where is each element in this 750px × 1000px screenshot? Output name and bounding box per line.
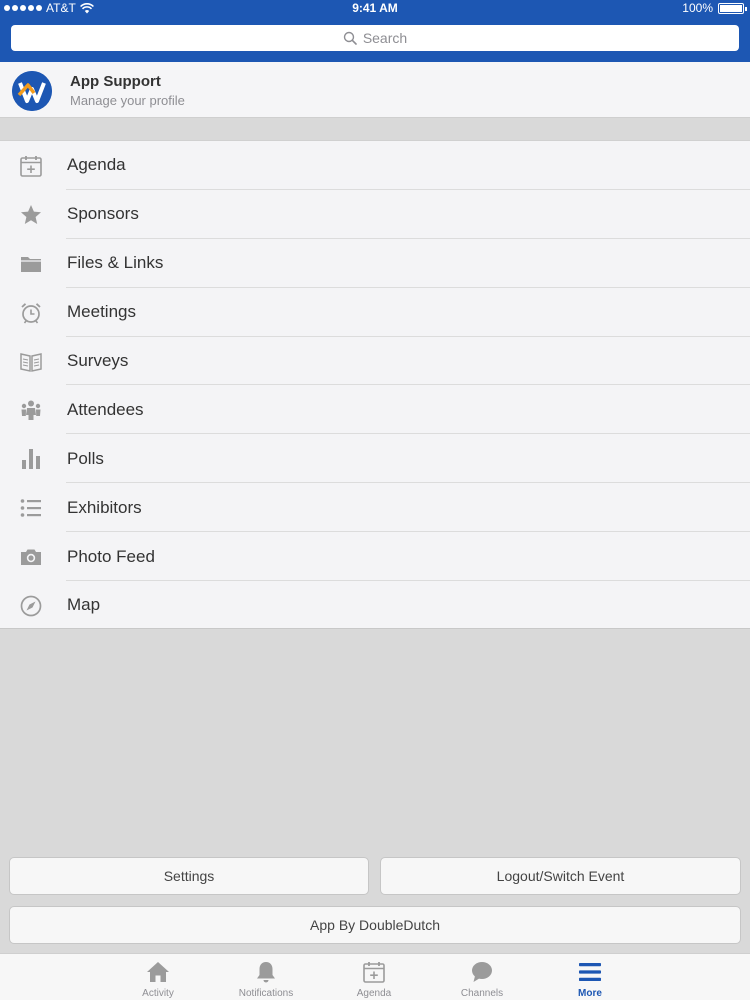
menu-item-label: Attendees [67, 399, 144, 419]
status-time: 9:41 AM [352, 1, 398, 15]
camera-icon [21, 549, 41, 566]
menu-item-attendees[interactable]: Attendees [0, 385, 750, 435]
menu-item-polls[interactable]: Polls [0, 434, 750, 484]
menu-item-surveys[interactable]: Surveys [0, 337, 750, 386]
tab-label: Agenda [356, 988, 392, 999]
battery-icon [718, 2, 747, 14]
search-input[interactable]: Search [11, 25, 739, 51]
search-icon [343, 31, 357, 45]
status-bar: AT&T 9:41 AM 100% [0, 0, 750, 18]
battery-percent: 100% [682, 1, 713, 15]
app-logo-icon [12, 71, 52, 111]
bell-icon [257, 962, 275, 983]
menu-item-meetings[interactable]: Meetings [0, 288, 750, 337]
logout-switch-event-button[interactable]: Logout/Switch Event [380, 857, 741, 895]
status-right: 100% [682, 1, 747, 15]
tab-activity[interactable]: Activity [104, 954, 212, 1000]
tab-label: More [578, 988, 602, 999]
menu-item-label: Polls [67, 448, 104, 468]
menu-item-files-links[interactable]: Files & Links [0, 239, 750, 288]
menu-item-label: Photo Feed [67, 546, 155, 566]
settings-button[interactable]: Settings [9, 857, 369, 895]
folder-icon [21, 256, 41, 272]
menu-item-label: Map [67, 595, 101, 615]
tab-label: Notifications [238, 988, 294, 999]
tab-label: Channels [460, 988, 504, 999]
alarm-clock-icon [21, 302, 41, 324]
calendar-add-icon [20, 156, 42, 177]
menu-item-agenda[interactable]: Agenda [0, 141, 750, 190]
tab-bar: Activity Notifications Agenda Channels M… [0, 953, 750, 1000]
avatar [12, 71, 52, 111]
profile-name: App Support [70, 73, 161, 90]
chat-bubble-icon [472, 962, 492, 982]
more-menu-list: Agenda Sponsors Files & Links Meetings S… [0, 140, 750, 629]
menu-item-label: Surveys [67, 351, 129, 370]
menu-item-photo-feed[interactable]: Photo Feed [0, 532, 750, 581]
menu-item-label: Exhibitors [67, 497, 142, 517]
star-icon [21, 204, 41, 224]
search-placeholder: Search [362, 30, 408, 46]
menu-item-map[interactable]: Map [0, 581, 750, 630]
book-icon [20, 352, 42, 372]
tab-notifications[interactable]: Notifications [212, 954, 320, 1000]
profile-subtitle: Manage your profile [70, 93, 185, 108]
list-icon [20, 499, 41, 518]
tab-label: Activity [142, 988, 174, 999]
tab-more[interactable]: More [536, 954, 644, 1000]
tab-channels[interactable]: Channels [428, 954, 536, 1000]
menu-item-label: Agenda [67, 155, 126, 175]
home-icon [147, 962, 169, 982]
calendar-add-icon [363, 962, 385, 983]
menu-item-exhibitors[interactable]: Exhibitors [0, 483, 750, 533]
bar-chart-icon [22, 449, 40, 470]
people-icon [21, 400, 41, 421]
menu-item-label: Files & Links [67, 253, 164, 273]
profile-row[interactable]: App Support Manage your profile [0, 62, 750, 118]
tab-agenda[interactable]: Agenda [320, 954, 428, 1000]
menu-item-label: Meetings [67, 302, 136, 322]
app-by-doubledutch-button[interactable]: App By DoubleDutch [9, 906, 741, 944]
menu-icon [579, 963, 601, 981]
top-bar: AT&T 9:41 AM 100% Search [0, 0, 750, 62]
compass-icon [20, 595, 42, 617]
menu-item-label: Sponsors [67, 204, 139, 224]
menu-item-sponsors[interactable]: Sponsors [0, 190, 750, 239]
